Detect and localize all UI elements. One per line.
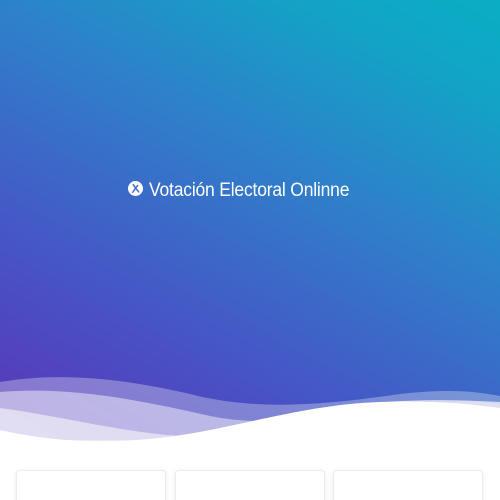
- info-card[interactable]: [333, 470, 483, 500]
- app-title: Votación Electoral Onlinne: [148, 180, 349, 201]
- cards-row: [0, 470, 500, 500]
- info-card[interactable]: [175, 470, 325, 500]
- info-card[interactable]: [16, 470, 166, 500]
- hero-wave-divider: [0, 377, 500, 460]
- vote-logo-icon: [127, 180, 143, 196]
- landing-page: Votación Electoral Onlinne: [0, 0, 500, 500]
- brand[interactable]: Votación Electoral Onlinne: [0, 171, 497, 211]
